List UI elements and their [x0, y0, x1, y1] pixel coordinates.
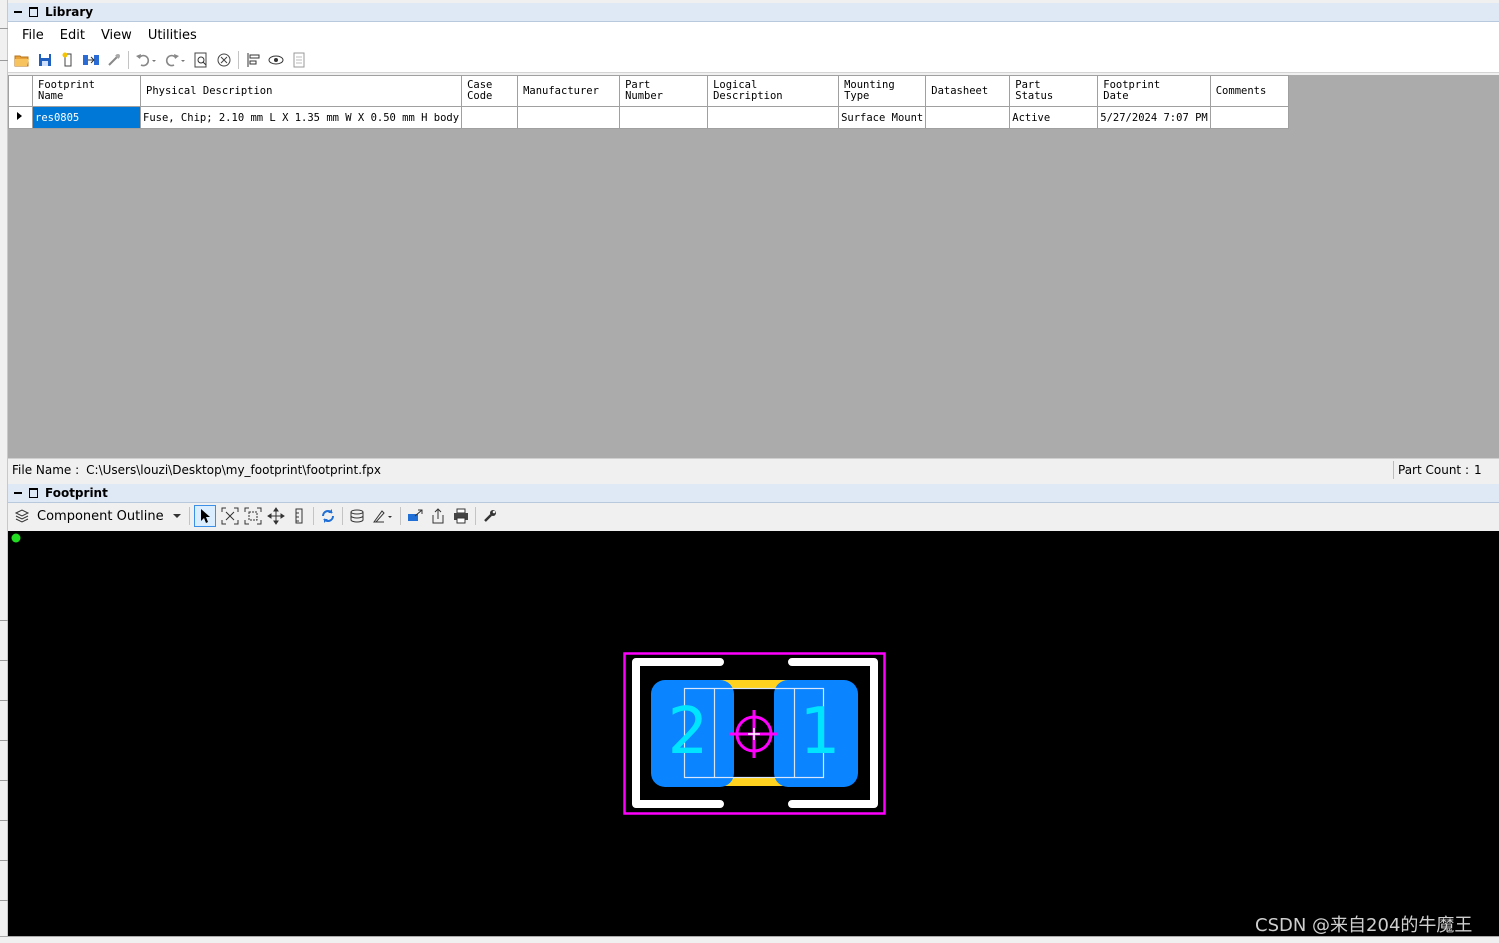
import-icon[interactable]: [82, 51, 100, 69]
menu-view[interactable]: View: [101, 28, 132, 43]
redo-icon[interactable]: [163, 51, 187, 69]
left-dock-strip: [0, 0, 8, 942]
column-header-case-code[interactable]: Case Code: [461, 75, 519, 107]
layer-select[interactable]: Component Outline: [37, 509, 184, 524]
layer-select-value: Component Outline: [37, 508, 164, 524]
footprint-panel: Footprint Component Outline: [8, 484, 1499, 529]
toolbar-separator: [238, 51, 239, 69]
pad-2-label: 2: [668, 695, 709, 769]
toolbar-separator: [399, 507, 401, 525]
cell-case-code[interactable]: [461, 106, 519, 129]
column-header-mounting-type[interactable]: Mounting Type: [838, 75, 927, 107]
library-panel-titlebar: Library: [8, 3, 1499, 22]
pad-1-label: 1: [800, 695, 841, 769]
csdn-watermark: CSDN @来自204的牛魔王: [1255, 915, 1473, 936]
pan-icon[interactable]: [266, 507, 285, 525]
row-selector[interactable]: [8, 106, 33, 129]
file-name-label: File Name :: [12, 463, 80, 477]
align-icon[interactable]: [244, 51, 262, 69]
column-header-part-status[interactable]: Part Status: [1009, 75, 1099, 107]
cell-logical-description[interactable]: [707, 106, 840, 129]
print-icon[interactable]: [452, 507, 470, 525]
footprint-table: Footprint Name Physical Description Case…: [8, 75, 1289, 129]
library-toolbar: [8, 48, 1499, 73]
toolbar-separator: [474, 507, 476, 525]
cell-footprint-name[interactable]: res0805: [32, 106, 141, 129]
zoom-window-icon[interactable]: [244, 507, 262, 525]
column-header-footprint-name[interactable]: Footprint Name: [32, 75, 141, 107]
menu-edit[interactable]: Edit: [60, 28, 85, 43]
column-header-footprint-date[interactable]: Footprint Date: [1097, 75, 1211, 107]
footprint-drawing: 2 1: [11, 533, 886, 815]
library-status-bar: File Name : C:\Users\louzi\Desktop\my_fo…: [8, 458, 1499, 481]
column-header-comments[interactable]: Comments: [1209, 75, 1289, 107]
part-count-value: 1: [1474, 463, 1482, 477]
share-icon[interactable]: [429, 507, 447, 525]
restore-window-icon[interactable]: [29, 488, 38, 498]
column-header-physical-description[interactable]: Physical Description: [139, 75, 463, 107]
report-icon[interactable]: [290, 51, 308, 69]
settings-wrench-icon[interactable]: [481, 507, 499, 525]
export-3d-icon[interactable]: [406, 507, 424, 525]
layers-icon: [13, 507, 31, 525]
origin-indicator-icon: [11, 533, 21, 543]
part-count-label: Part Count :: [1398, 463, 1469, 477]
footprint-toolbar: Component Outline: [8, 503, 1499, 529]
cell-datasheet[interactable]: [925, 106, 1011, 129]
cell-comments[interactable]: [1209, 106, 1289, 129]
cell-mounting-type[interactable]: Surface Mount: [838, 106, 927, 129]
cell-part-status[interactable]: Active: [1009, 106, 1099, 129]
save-icon[interactable]: [36, 51, 54, 69]
table-header-row: Footprint Name Physical Description Case…: [8, 75, 1289, 107]
cell-manufacturer[interactable]: [517, 106, 621, 129]
footprint-panel-titlebar: Footprint: [8, 484, 1499, 503]
wizard-icon[interactable]: [105, 51, 123, 69]
draw-tool-icon[interactable]: [371, 507, 395, 525]
open-folder-icon[interactable]: [13, 51, 31, 69]
menu-utilities[interactable]: Utilities: [148, 28, 197, 43]
column-header-logical-description[interactable]: Logical Description: [707, 75, 840, 107]
table-row[interactable]: res0805 Fuse, Chip; 2.10 mm L X 1.35 mm …: [8, 106, 1289, 129]
measure-icon[interactable]: [290, 507, 308, 525]
new-footprint-icon[interactable]: [59, 51, 77, 69]
restore-window-icon[interactable]: [29, 7, 38, 17]
file-name-value: C:\Users\louzi\Desktop\my_footprint\foot…: [86, 463, 381, 477]
column-header-datasheet[interactable]: Datasheet: [925, 75, 1011, 107]
view-icon[interactable]: [267, 51, 285, 69]
current-row-arrow-icon: [17, 112, 22, 120]
chevron-down-icon: [172, 514, 181, 518]
row-header-corner[interactable]: [8, 75, 33, 107]
cell-physical-description[interactable]: Fuse, Chip; 2.10 mm L X 1.35 mm W X 0.50…: [139, 106, 463, 129]
footprint-canvas[interactable]: 2 1 CSDN @来自204的牛魔王: [8, 531, 1499, 936]
collapse-icon[interactable]: [13, 7, 23, 17]
footprint-panel-title: Footprint: [45, 486, 108, 500]
footprint-grid-area: Footprint Name Physical Description Case…: [8, 75, 1499, 458]
menu-bar: File Edit View Utilities: [8, 22, 1499, 48]
column-header-part-number[interactable]: Part Number: [619, 75, 709, 107]
undo-icon[interactable]: [134, 51, 158, 69]
menu-file[interactable]: File: [22, 28, 44, 43]
column-header-manufacturer[interactable]: Manufacturer: [517, 75, 621, 107]
toolbar-separator: [341, 507, 343, 525]
toolbar-separator: [312, 507, 314, 525]
library-panel-title: Library: [45, 5, 94, 19]
refresh-icon[interactable]: [319, 507, 337, 525]
toolbar-separator: [188, 507, 190, 525]
status-divider: [1393, 461, 1394, 479]
select-pointer-icon[interactable]: [193, 505, 216, 527]
close-circle-icon[interactable]: [215, 51, 233, 69]
layer-stack-icon[interactable]: [348, 507, 366, 525]
library-panel: Library File Edit View Utilities: [8, 3, 1499, 73]
collapse-icon[interactable]: [13, 488, 23, 498]
zoom-fit-icon[interactable]: [221, 507, 239, 525]
cell-footprint-date[interactable]: 5/27/2024 7:07 PM: [1097, 106, 1211, 129]
toolbar-separator: [128, 51, 129, 69]
cell-part-number[interactable]: [619, 106, 709, 129]
find-icon[interactable]: [192, 51, 210, 69]
